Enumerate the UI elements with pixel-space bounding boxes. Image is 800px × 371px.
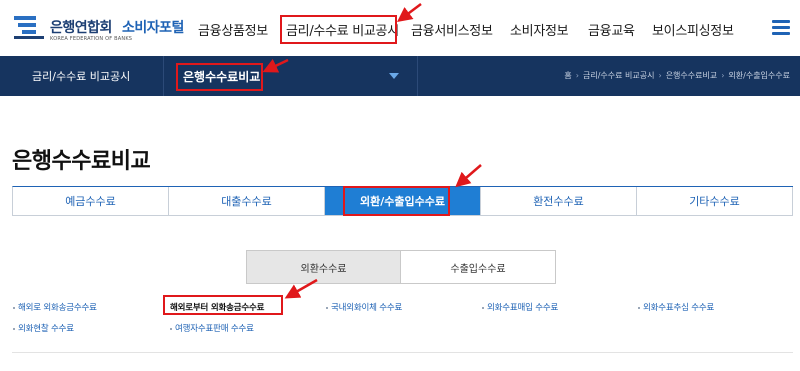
forex-subtype-toggle: 외환수수료 수출입수수료 bbox=[246, 250, 557, 284]
hamburger-menu-icon[interactable] bbox=[772, 20, 790, 36]
breadcrumb-home[interactable]: 홈 bbox=[564, 70, 571, 81]
chevron-right-icon: › bbox=[721, 71, 725, 80]
logo-org-name: 은행연합회 bbox=[50, 20, 112, 36]
subbar-divider bbox=[163, 56, 164, 96]
chevron-down-icon[interactable] bbox=[389, 73, 399, 79]
chevron-right-icon: › bbox=[658, 71, 662, 80]
breadcrumb-item[interactable]: 외환/수출입수수료 bbox=[728, 70, 790, 81]
gnb-voice-phishing[interactable]: 보이스피싱정보 bbox=[652, 20, 734, 39]
gnb-financial-services[interactable]: 금융서비스정보 bbox=[411, 20, 493, 39]
subbar-divider bbox=[417, 56, 418, 96]
section-divider bbox=[12, 352, 793, 353]
chevron-right-icon: › bbox=[575, 71, 579, 80]
tab-exchange-fees[interactable]: 환전수수료 bbox=[481, 187, 637, 215]
toggle-trade-fees[interactable]: 수출입수수료 bbox=[401, 250, 556, 284]
fee-link-fx-cash[interactable]: 외화현찰 수수료 bbox=[13, 322, 74, 334]
annotation-highlight-box bbox=[343, 186, 450, 216]
bank-federation-logo-icon bbox=[14, 16, 44, 39]
fee-link-travelers-check-sale[interactable]: 여행자수표판매 수수료 bbox=[170, 322, 254, 334]
breadcrumb-item[interactable]: 은행수수료비교 bbox=[666, 70, 718, 81]
logo-portal-name: 소비자포털 bbox=[122, 20, 184, 36]
annotation-highlight-box bbox=[280, 15, 397, 44]
subbar-category[interactable]: 금리/수수료 비교공시 bbox=[32, 68, 130, 84]
page-title: 은행수수료비교 bbox=[12, 149, 151, 174]
breadcrumb: 홈 › 금리/수수료 비교공시 › 은행수수료비교 › 외환/수출입수수료 bbox=[564, 70, 790, 81]
fee-link-outward-remittance[interactable]: 해외로 외화송금수수료 bbox=[13, 301, 97, 313]
annotation-highlight-box bbox=[176, 63, 263, 91]
tab-loan-fees[interactable]: 대출수수료 bbox=[169, 187, 325, 215]
logo-subtitle: KOREA FEDERATION OF BANKS bbox=[50, 36, 133, 42]
gnb-financial-products[interactable]: 금융상품정보 bbox=[198, 20, 268, 39]
toggle-forex-fees[interactable]: 외환수수료 bbox=[246, 250, 401, 284]
site-logo[interactable]: 은행연합회 KOREA FEDERATION OF BANKS 소비자포털 bbox=[12, 8, 197, 48]
gnb-financial-education[interactable]: 금융교육 bbox=[588, 20, 635, 39]
tab-other-fees[interactable]: 기타수수료 bbox=[637, 187, 793, 215]
fee-link-fx-check-purchase[interactable]: 외화수표매입 수수료 bbox=[482, 301, 558, 313]
sub-navigation-bar: 금리/수수료 비교공시 은행수수료비교 홈 › 금리/수수료 비교공시 › 은행… bbox=[0, 56, 800, 96]
top-header: 은행연합회 KOREA FEDERATION OF BANKS 소비자포털 금융… bbox=[0, 0, 800, 56]
fee-link-fx-check-collection[interactable]: 외화수표추심 수수료 bbox=[638, 301, 714, 313]
fee-link-domestic-fx-transfer[interactable]: 국내외화이체 수수료 bbox=[326, 301, 402, 313]
annotation-highlight-box bbox=[163, 295, 283, 315]
gnb-consumer-info[interactable]: 소비자정보 bbox=[510, 20, 569, 39]
tab-deposit-fees[interactable]: 예금수수료 bbox=[13, 187, 169, 215]
breadcrumb-item[interactable]: 금리/수수료 비교공시 bbox=[583, 70, 654, 81]
